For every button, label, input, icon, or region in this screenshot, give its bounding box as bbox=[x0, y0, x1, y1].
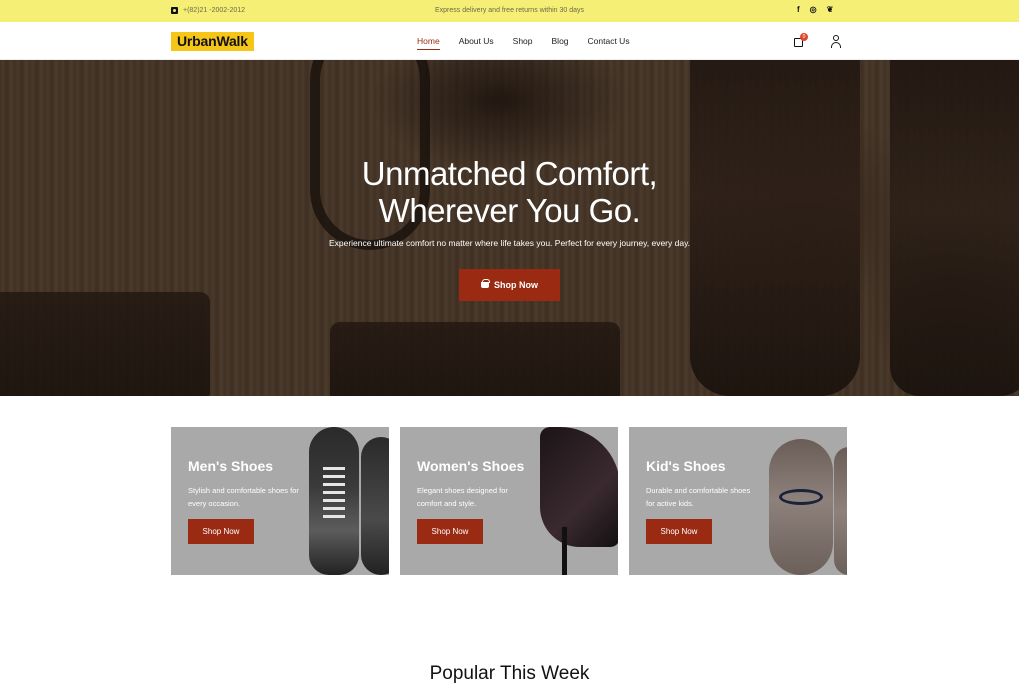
top-bar: +(82)21 -2002-2012 Express delivery and … bbox=[0, 0, 1019, 22]
nav-contact-us[interactable]: Contact Us bbox=[588, 36, 630, 46]
account-button[interactable] bbox=[830, 35, 842, 48]
category-title: Kid's Shoes bbox=[646, 458, 726, 474]
hero-banner: Unmatched Comfort, Wherever You Go. Expe… bbox=[0, 60, 1019, 396]
hero-button-label: Shop Now bbox=[494, 280, 538, 290]
hero-title: Unmatched Comfort, Wherever You Go. bbox=[0, 155, 1019, 229]
category-shop-now-button[interactable]: Shop Now bbox=[188, 519, 254, 544]
category-title: Women's Shoes bbox=[417, 458, 525, 474]
womens-heel-image bbox=[540, 427, 618, 547]
mens-shoe-image-2 bbox=[361, 437, 389, 575]
category-description: Elegant shoes designed for comfort and s… bbox=[417, 486, 508, 508]
category-title: Men's Shoes bbox=[188, 458, 274, 474]
site-header: UrbanWalk Home About Us Shop Blog Contac… bbox=[0, 22, 1019, 60]
social-links: f ◎ ❦ bbox=[797, 5, 833, 14]
shoe-lace bbox=[779, 489, 823, 505]
category-card-women[interactable]: Women's Shoes Elegant shoes designed for… bbox=[400, 427, 618, 575]
hero-title-line-1: Unmatched Comfort, bbox=[361, 155, 658, 192]
mens-shoe-image bbox=[309, 427, 359, 575]
kids-shoe-image-2 bbox=[834, 447, 847, 575]
category-card-kids[interactable]: Kid's Shoes Durable and comfortable shoe… bbox=[629, 427, 847, 575]
category-description: Durable and comfortable shoes for active… bbox=[646, 486, 751, 508]
category-shop-now-button[interactable]: Shop Now bbox=[646, 519, 712, 544]
facebook-icon[interactable]: f bbox=[797, 5, 800, 14]
heel-stiletto bbox=[562, 527, 567, 575]
twitter-icon[interactable]: ❦ bbox=[827, 5, 834, 14]
promo-text: Express delivery and free returns within… bbox=[434, 7, 585, 14]
shoe-laces bbox=[323, 467, 345, 522]
section-title-popular: Popular This Week bbox=[429, 663, 590, 684]
kids-shoe-image bbox=[769, 439, 833, 575]
user-icon-body bbox=[831, 42, 841, 48]
nav-blog[interactable]: Blog bbox=[552, 36, 569, 46]
nav-about-us[interactable]: About Us bbox=[459, 36, 494, 46]
category-card-men[interactable]: Men's Shoes Stylish and comfortable shoe… bbox=[171, 427, 389, 575]
logo[interactable]: UrbanWalk bbox=[171, 32, 254, 51]
cart-count-badge: 0 bbox=[800, 33, 808, 41]
nav-home[interactable]: Home bbox=[417, 36, 440, 50]
cart-button[interactable]: 0 bbox=[794, 33, 808, 47]
instagram-icon[interactable]: ◎ bbox=[810, 5, 817, 14]
category-description: Stylish and comfortable shoes for every … bbox=[188, 486, 299, 508]
user-icon bbox=[833, 35, 839, 41]
category-shop-now-button[interactable]: Shop Now bbox=[417, 519, 483, 544]
hero-title-line-2: Wherever You Go. bbox=[378, 192, 641, 229]
hero-shop-now-button[interactable]: Shop Now bbox=[459, 269, 560, 301]
main-nav: Home About Us Shop Blog Contact Us bbox=[417, 36, 630, 50]
hero-subtitle: Experience ultimate comfort no matter wh… bbox=[328, 238, 691, 248]
basket-icon bbox=[481, 279, 490, 288]
nav-shop[interactable]: Shop bbox=[513, 36, 533, 46]
